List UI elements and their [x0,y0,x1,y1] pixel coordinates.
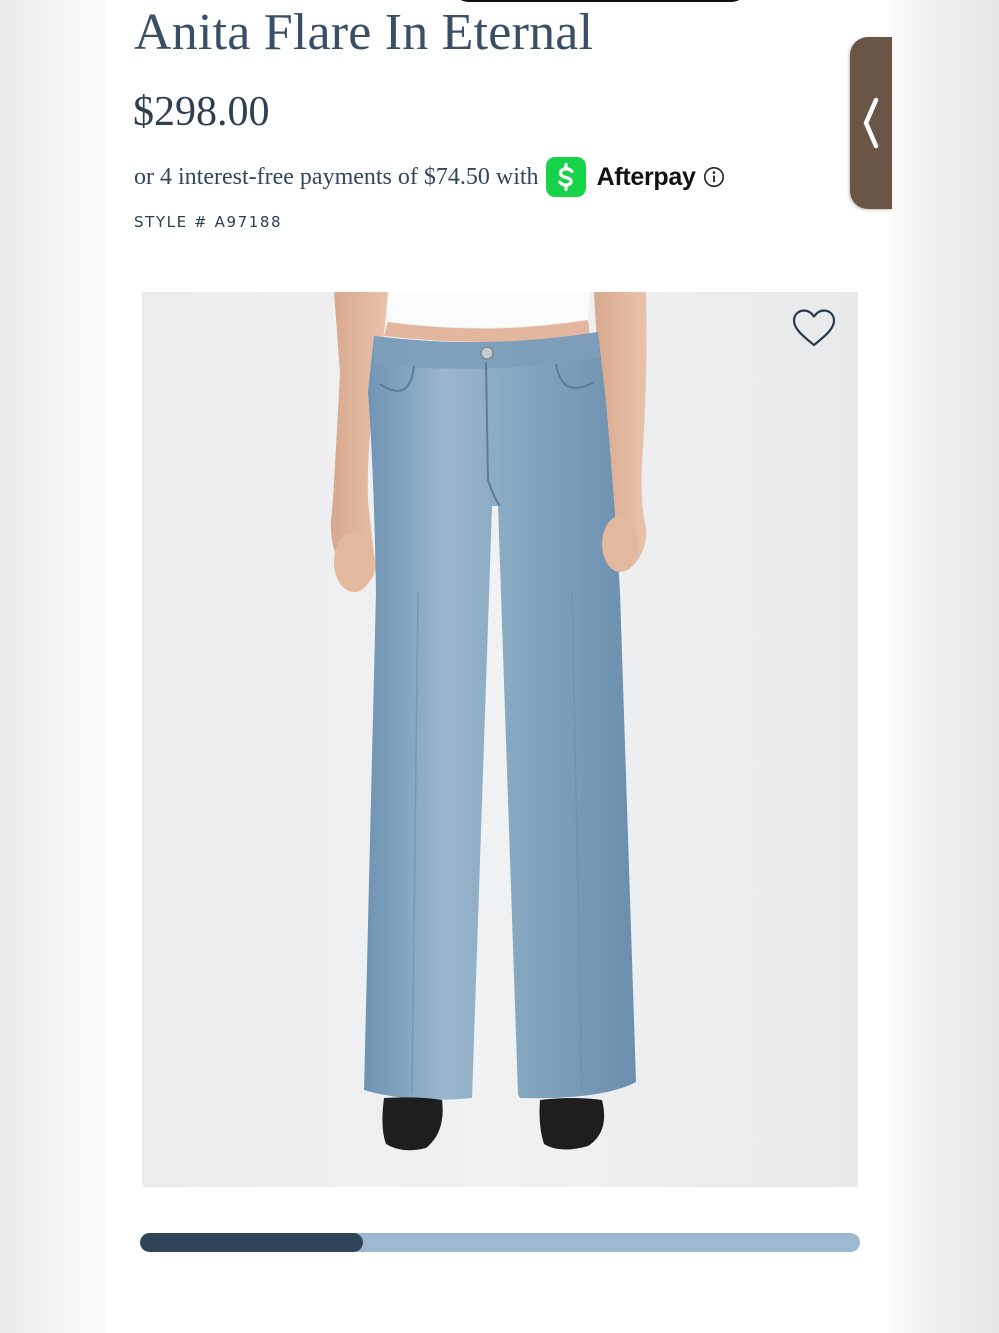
cash-app-icon [545,157,586,197]
chevron-left-icon [863,97,879,149]
installment-offer: or 4 interest-free payments of $74.50 wi… [134,156,725,198]
product-image[interactable] [142,292,858,1187]
gallery-progress-bar[interactable] [140,1233,860,1252]
product-price: $298.00 [133,89,270,135]
info-icon[interactable] [703,166,725,188]
product-title: Anita Flare In Eternal [134,4,594,61]
gallery-progress-fill [140,1233,364,1252]
product-page: Anita Flare In Eternal $298.00 or 4 inte… [106,0,892,1333]
heart-icon [792,309,836,347]
afterpay-label[interactable]: Afterpay [597,163,696,192]
background-edge [892,0,999,1333]
style-number: STYLE # A97188 [134,213,283,231]
side-drawer-tab[interactable] [850,37,892,209]
wishlist-button[interactable] [790,306,838,350]
jeans-photo [330,292,647,1151]
installment-text: or 4 interest-free payments of $74.50 wi… [134,163,539,190]
